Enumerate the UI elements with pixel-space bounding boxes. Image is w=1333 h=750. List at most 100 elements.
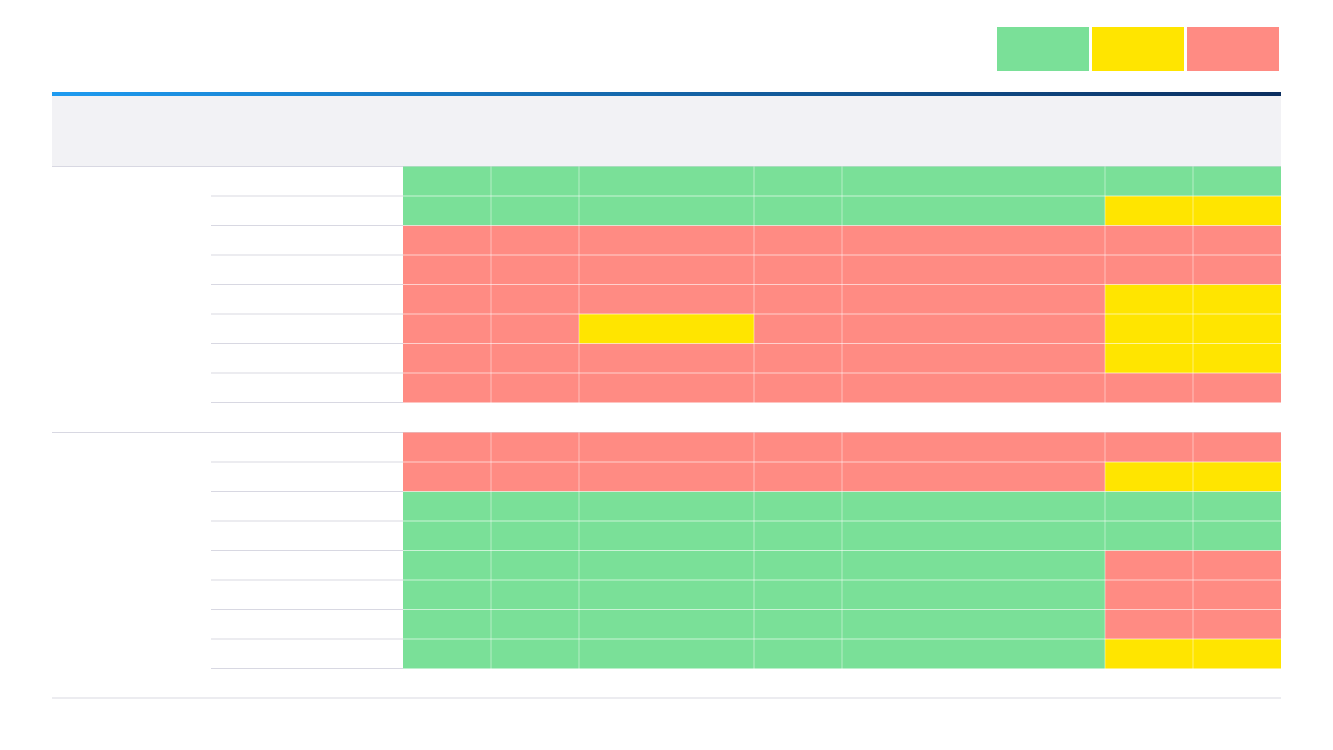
heatmap-cell bbox=[1105, 521, 1193, 551]
heatmap-cell bbox=[403, 609, 491, 639]
heatmap-cell bbox=[579, 609, 754, 639]
heatmap-cell bbox=[1193, 491, 1281, 521]
heatmap-cell bbox=[842, 314, 1105, 344]
heatmap-cell bbox=[579, 314, 754, 344]
heatmap-cell bbox=[842, 550, 1105, 580]
heatmap-cell bbox=[1105, 166, 1193, 196]
heatmap-cell bbox=[842, 225, 1105, 255]
heatmap-cell bbox=[1193, 432, 1281, 462]
heatmap-cell bbox=[403, 373, 491, 403]
heatmap-cell bbox=[403, 166, 491, 196]
heatmap-cell bbox=[403, 432, 491, 462]
heatmap-cell bbox=[1105, 462, 1193, 492]
heatmap-cell bbox=[754, 491, 842, 521]
heatmap-cell bbox=[1193, 196, 1281, 226]
heatmap-cell bbox=[491, 196, 579, 226]
heatmap-cell bbox=[491, 491, 579, 521]
heatmap-cell bbox=[754, 343, 842, 373]
heatmap-cell bbox=[754, 580, 842, 610]
heatmap-cell bbox=[579, 639, 754, 669]
heatmap-cell bbox=[1105, 550, 1193, 580]
heatmap-cell bbox=[1193, 550, 1281, 580]
heatmap-cell bbox=[1105, 491, 1193, 521]
heatmap-cell bbox=[1193, 343, 1281, 373]
heatmap-cell bbox=[842, 343, 1105, 373]
heatmap-cell bbox=[579, 196, 754, 226]
heatmap-cell bbox=[1193, 462, 1281, 492]
heatmap-cell bbox=[403, 521, 491, 551]
heatmap-cell bbox=[1193, 609, 1281, 639]
heatmap-cell bbox=[579, 343, 754, 373]
heatmap-cell bbox=[491, 609, 579, 639]
heatmap-cell bbox=[579, 255, 754, 285]
heatmap-cell bbox=[579, 521, 754, 551]
heatmap-cell bbox=[1193, 639, 1281, 669]
heatmap-cell bbox=[1193, 255, 1281, 285]
heatmap-cell bbox=[403, 343, 491, 373]
heatmap-cell bbox=[403, 580, 491, 610]
heatmap-cell bbox=[403, 550, 491, 580]
heatmap-cell bbox=[754, 609, 842, 639]
heatmap-cell bbox=[491, 284, 579, 314]
heatmap-cell bbox=[842, 462, 1105, 492]
heatmap-cell bbox=[842, 521, 1105, 551]
heatmap-cell bbox=[754, 521, 842, 551]
heatmap-cell bbox=[1105, 609, 1193, 639]
heatmap-cell bbox=[403, 255, 491, 285]
heatmap-cell bbox=[842, 166, 1105, 196]
heatmap-cell bbox=[754, 550, 842, 580]
heatmap-cell bbox=[579, 284, 754, 314]
heatmap-cell bbox=[842, 284, 1105, 314]
heatmap-cell bbox=[1105, 580, 1193, 610]
heatmap-cell bbox=[754, 255, 842, 285]
heatmap-cell bbox=[491, 580, 579, 610]
heatmap-cell bbox=[491, 550, 579, 580]
heatmap-cell bbox=[1193, 521, 1281, 551]
heatmap-cell bbox=[754, 284, 842, 314]
heatmap-cell bbox=[1105, 225, 1193, 255]
heatmap-cell bbox=[842, 639, 1105, 669]
heatmap-cell bbox=[1105, 343, 1193, 373]
heatmap-cell bbox=[842, 255, 1105, 285]
heatmap-cell bbox=[754, 462, 842, 492]
heatmap-cell bbox=[491, 462, 579, 492]
heatmap-cell bbox=[403, 284, 491, 314]
heatmap-cell bbox=[1105, 314, 1193, 344]
heatmap-cell bbox=[403, 639, 491, 669]
heatmap-cell bbox=[754, 196, 842, 226]
heatmap-cell bbox=[579, 225, 754, 255]
heatmap-cell bbox=[842, 432, 1105, 462]
heatmap-cell bbox=[842, 491, 1105, 521]
heatmap-cell bbox=[1105, 196, 1193, 226]
heatmap-grid bbox=[52, 166, 1281, 699]
heatmap-cell bbox=[403, 196, 491, 226]
heatmap-cell bbox=[754, 432, 842, 462]
heatmap-cell bbox=[754, 639, 842, 669]
heatmap-cell bbox=[1105, 432, 1193, 462]
heatmap-cell bbox=[579, 166, 754, 196]
heatmap-cell bbox=[1105, 284, 1193, 314]
heatmap-cell bbox=[754, 166, 842, 196]
heatmap-cell bbox=[491, 521, 579, 551]
heatmap-cell bbox=[1105, 373, 1193, 403]
heatmap-cell bbox=[491, 225, 579, 255]
heatmap-cell bbox=[491, 166, 579, 196]
heatmap-cell bbox=[1193, 284, 1281, 314]
heatmap-cell bbox=[579, 432, 754, 462]
heatmap-cell bbox=[403, 314, 491, 344]
heatmap-cell bbox=[491, 343, 579, 373]
heatmap-cell bbox=[842, 196, 1105, 226]
heatmap-cell bbox=[579, 580, 754, 610]
heatmap-cell bbox=[1193, 314, 1281, 344]
heatmap-cell bbox=[1193, 166, 1281, 196]
heatmap-cell bbox=[491, 432, 579, 462]
heatmap-cell bbox=[579, 491, 754, 521]
heatmap-cell bbox=[579, 373, 754, 403]
heatmap-cell bbox=[842, 580, 1105, 610]
heatmap-cell bbox=[403, 225, 491, 255]
heatmap-cell bbox=[491, 639, 579, 669]
heatmap-cell bbox=[579, 550, 754, 580]
heatmap-cell bbox=[1193, 225, 1281, 255]
heatmap-cell bbox=[491, 373, 579, 403]
heatmap-cell bbox=[754, 314, 842, 344]
